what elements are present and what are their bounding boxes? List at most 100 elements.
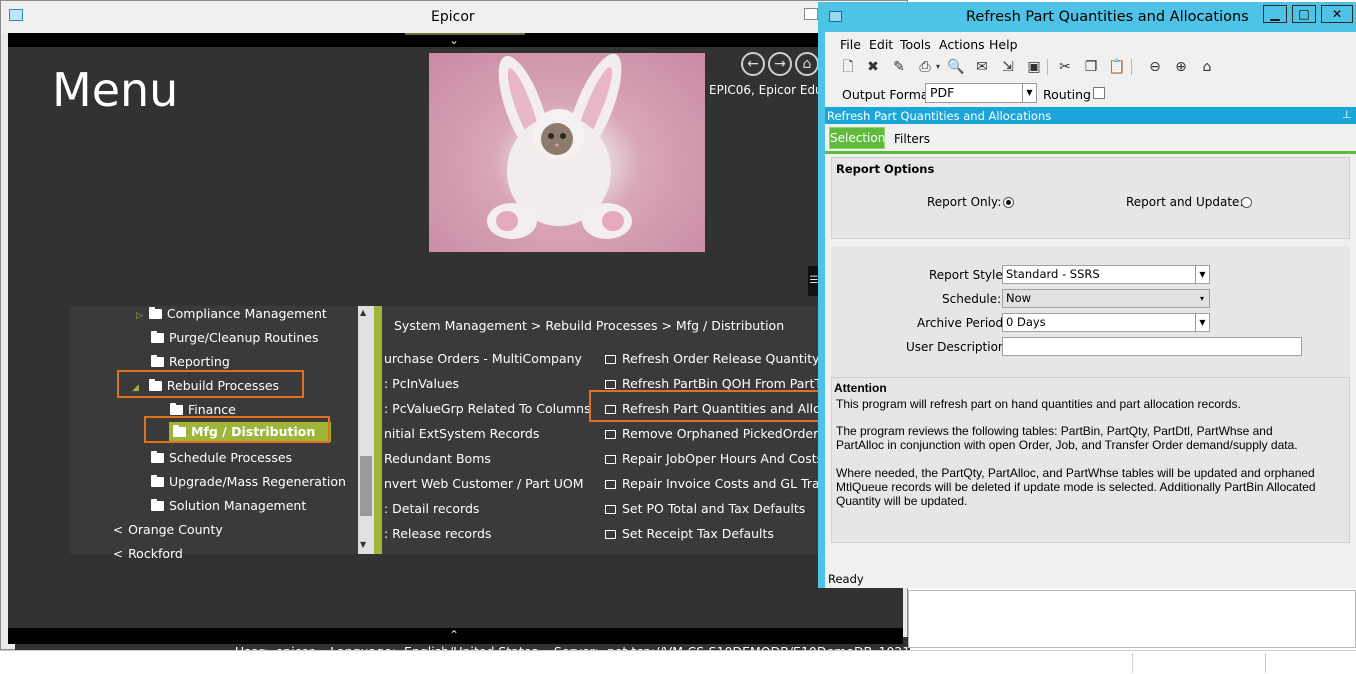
pin-icon[interactable]: ⊥ (1342, 108, 1352, 121)
cut-icon[interactable]: ✂ (1056, 58, 1074, 76)
list-item-refresh-order-release[interactable]: Refresh Order Release Quantity (605, 351, 820, 366)
list-item-remove-orphaned[interactable]: Remove Orphaned PickedOrders / M (605, 426, 820, 441)
panel-header: Refresh Part Quantities and Allocations … (825, 107, 1356, 124)
report-style-value: Standard - SSRS (1006, 267, 1100, 281)
schedule-select[interactable]: Now ▾ (1002, 289, 1210, 308)
share-icon: < (113, 523, 124, 537)
list-item[interactable]: nitial ExtSystem Records (384, 426, 539, 441)
chevron-down-icon[interactable]: ▾ (1195, 290, 1209, 307)
tab-selection[interactable]: Selection (829, 127, 885, 149)
attention-title: Attention (834, 381, 887, 395)
tree-item-finance[interactable]: Finance (170, 402, 236, 417)
list-item[interactable]: : PcValueGrp Related To Columns (384, 401, 591, 416)
scrollbar-thumb[interactable] (360, 456, 372, 516)
routing-checkbox[interactable] (1093, 87, 1105, 99)
minimize-button[interactable] (804, 8, 818, 20)
list-item[interactable]: : PcInValues (384, 376, 459, 391)
tree-item-label: Upgrade/Mass Regeneration (169, 474, 346, 489)
list-item-label: Remove Orphaned PickedOrders / M (622, 426, 820, 441)
list-item-set-receipt-tax[interactable]: Set Receipt Tax Defaults (605, 526, 774, 541)
list-item[interactable]: : Detail records (384, 501, 479, 516)
submit-icon[interactable]: ⇲ (999, 58, 1017, 76)
close-button[interactable]: ✕ (1321, 5, 1353, 23)
maximize-button[interactable]: □ (1292, 5, 1316, 23)
tree-item-orange-county[interactable]: < Orange County (113, 522, 223, 537)
back-arrow-icon[interactable]: ⊖ (1146, 58, 1164, 76)
back-arrow-icon[interactable]: ← (741, 52, 765, 76)
menu-file[interactable]: File (840, 37, 861, 52)
launch-icon (605, 430, 616, 439)
archive-period-select[interactable]: 0 Days ▼ (1002, 313, 1210, 332)
tree-item-reporting[interactable]: Reporting (151, 354, 230, 369)
print-preview-icon[interactable]: 🔍 (947, 58, 965, 76)
menu-edit[interactable]: Edit (869, 37, 893, 52)
output-format-select[interactable]: PDF ▼ (925, 83, 1037, 103)
panel-splitter[interactable] (374, 306, 382, 554)
forward-arrow-icon[interactable]: ⊕ (1172, 58, 1190, 76)
attention-text-1: This program will refresh part on hand q… (836, 397, 1241, 411)
tree-scrollbar[interactable]: ▲ ▼ (358, 306, 374, 554)
schedule-icon[interactable]: ▣ (1025, 58, 1043, 76)
report-update-radio[interactable] (1241, 197, 1252, 208)
clear-icon[interactable]: ✖ (864, 58, 882, 76)
minimize-button[interactable]: ▁ (1263, 5, 1287, 23)
copy-icon[interactable]: ❐ (1082, 58, 1100, 76)
list-item-set-po-total[interactable]: Set PO Total and Tax Defaults (605, 501, 805, 516)
tree-item-rockford[interactable]: < Rockford (113, 546, 183, 561)
tree-item-solution-management[interactable]: Solution Management (151, 498, 306, 513)
chevron-down-icon[interactable]: ▼ (1195, 266, 1209, 283)
list-item-label: Repair Invoice Costs and GL Transac (622, 476, 820, 491)
report-only-radio[interactable] (1003, 197, 1014, 208)
scroll-down-icon[interactable]: ▼ (360, 540, 366, 549)
menu-tools[interactable]: Tools (900, 37, 931, 52)
paste-icon[interactable]: 📋 (1108, 58, 1126, 76)
menu-area: ⌄ Menu ← → ⌂ EPIC06, Epicor Educ ☰ ▷ Com… (8, 33, 934, 661)
list-item[interactable]: urchase Orders - MultiCompany (384, 351, 582, 366)
report-style-select[interactable]: Standard - SSRS ▼ (1002, 265, 1210, 284)
report-options-group: Report Options Report Only: Report and U… (831, 157, 1350, 239)
dialog-status-bar: Ready (825, 567, 1356, 588)
breadcrumb: System Management > Rebuild Processes > … (394, 318, 785, 333)
menu-help[interactable]: Help (989, 37, 1018, 52)
report-style-label: Report Style: (929, 268, 1007, 282)
app-window-icon (829, 11, 842, 22)
list-item-repair-invoice[interactable]: Repair Invoice Costs and GL Transac (605, 476, 820, 491)
process-list: System Management > Rebuild Processes > … (382, 306, 820, 554)
scroll-up-icon[interactable]: ▲ (360, 308, 366, 317)
archive-period-label: Archive Period: (917, 316, 1008, 330)
company-label: EPIC06, Epicor Educ (709, 83, 830, 97)
list-item-refresh-partbin[interactable]: Refresh PartBin QOH From PartTran (605, 376, 820, 391)
print-dropdown-icon[interactable]: ▾ (929, 58, 947, 76)
tab-filters[interactable]: Filters (894, 132, 930, 146)
forward-arrow-icon[interactable]: → (768, 52, 792, 76)
list-item[interactable]: nvert Web Customer / Part UOM (384, 476, 584, 491)
list-item[interactable]: : Release records (384, 526, 491, 541)
broom-icon[interactable]: ✎ (890, 58, 908, 76)
app-window-icon (9, 9, 23, 21)
menu-actions[interactable]: Actions (939, 37, 985, 52)
highlight-mfg-distribution (144, 416, 330, 443)
list-item-repair-joboper[interactable]: Repair JobOper Hours And Costs (605, 451, 820, 466)
attention-text-2b: PartAlloc in conjunction with open Order… (836, 438, 1298, 452)
chevron-down-icon[interactable]: ▼ (1022, 84, 1036, 102)
expand-icon[interactable]: ▷ (136, 311, 143, 321)
epicor-titlebar[interactable]: Epicor (1, 1, 907, 33)
dialog-status-text: Ready (828, 572, 864, 586)
dialog-titlebar[interactable]: Refresh Part Quantities and Allocations … (818, 2, 1356, 32)
tree-item-schedule-processes[interactable]: Schedule Processes (151, 450, 292, 465)
tree-item-upgrade-mass-regeneration[interactable]: Upgrade/Mass Regeneration (151, 474, 346, 489)
send-email-icon[interactable]: ✉ (973, 58, 991, 76)
chevron-down-icon[interactable]: ⌄ (449, 33, 459, 47)
tree-item-purge-cleanup[interactable]: Purge/Cleanup Routines (151, 330, 319, 345)
chevron-down-icon[interactable]: ▼ (1195, 314, 1209, 331)
home-icon[interactable]: ⌂ (795, 52, 819, 76)
list-item[interactable]: Redundant Boms (384, 451, 491, 466)
folder-icon (151, 331, 164, 343)
chevron-up-icon[interactable]: ⌃ (449, 628, 459, 642)
schedule-label: Schedule: (942, 292, 1002, 306)
tree-item-label: Orange County (128, 522, 223, 537)
home-icon[interactable]: ⌂ (1198, 58, 1216, 76)
tree-item-compliance-management[interactable]: ▷ Compliance Management (136, 306, 327, 321)
new-icon[interactable]: 🗋 (839, 58, 857, 76)
user-description-input[interactable] (1002, 337, 1302, 356)
